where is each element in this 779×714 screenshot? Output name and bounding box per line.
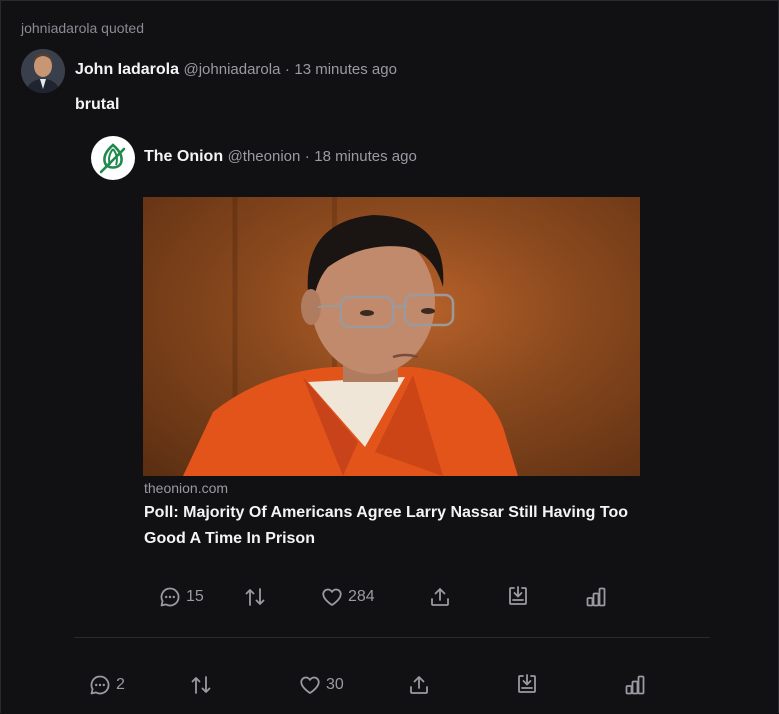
quoted-author-name[interactable]: The Onion (144, 148, 223, 165)
separator-dot: · (284, 61, 290, 78)
divider (74, 637, 710, 638)
heart-icon (322, 588, 342, 606)
quoted-save-button[interactable] (506, 584, 530, 608)
repost-icon (245, 588, 265, 606)
quoted-repost-button[interactable] (243, 585, 267, 609)
link-domain[interactable]: theonion.com (144, 480, 228, 496)
comment-icon (160, 587, 180, 607)
separator-dot: · (304, 148, 310, 165)
repost-icon (191, 676, 211, 694)
quoted-header: johniadarola quoted (21, 20, 144, 36)
reply-count: 2 (116, 676, 125, 693)
avatar[interactable] (21, 49, 65, 93)
quoted-author-handle[interactable]: @theonion (228, 148, 301, 165)
bookmark-icon (509, 586, 527, 605)
link-card-image[interactable] (143, 197, 640, 476)
quoted-stats-button[interactable] (584, 585, 608, 609)
post-time[interactable]: 13 minutes ago (294, 61, 397, 78)
bookmark-icon (518, 674, 536, 693)
onion-logo-icon (99, 143, 126, 174)
stats-icon (586, 587, 606, 607)
quoted-share-button[interactable] (428, 585, 452, 609)
quoted-avatar[interactable] (91, 136, 135, 180)
repost-button[interactable] (189, 673, 213, 697)
reply-button[interactable]: 2 (88, 673, 125, 697)
author-handle[interactable]: @johniadarola (183, 61, 280, 78)
post-author-row: John Iadarola @johniadarola · 13 minutes… (75, 61, 397, 79)
comment-icon (90, 675, 110, 695)
like-count: 284 (348, 588, 375, 605)
avatar-image (21, 49, 65, 93)
quoted-post-time[interactable]: 18 minutes ago (314, 148, 417, 165)
share-icon (410, 676, 428, 694)
author-name[interactable]: John Iadarola (75, 61, 179, 78)
quoted-like-button[interactable]: 284 (320, 585, 375, 609)
post-text: brutal (75, 96, 120, 113)
share-icon (431, 588, 449, 606)
quoted-author-row: The Onion @theonion · 18 minutes ago (144, 148, 417, 166)
save-button[interactable] (515, 672, 539, 696)
like-count: 30 (326, 676, 344, 693)
quoted-reply-button[interactable]: 15 (158, 585, 204, 609)
link-title[interactable]: Poll: Majority Of Americans Agree Larry … (144, 500, 654, 552)
reply-count: 15 (186, 588, 204, 605)
article-photo (183, 215, 518, 476)
stats-button[interactable] (623, 673, 647, 697)
heart-icon (300, 676, 320, 694)
like-button[interactable]: 30 (298, 673, 344, 697)
stats-icon (625, 675, 645, 695)
share-button[interactable] (407, 673, 431, 697)
